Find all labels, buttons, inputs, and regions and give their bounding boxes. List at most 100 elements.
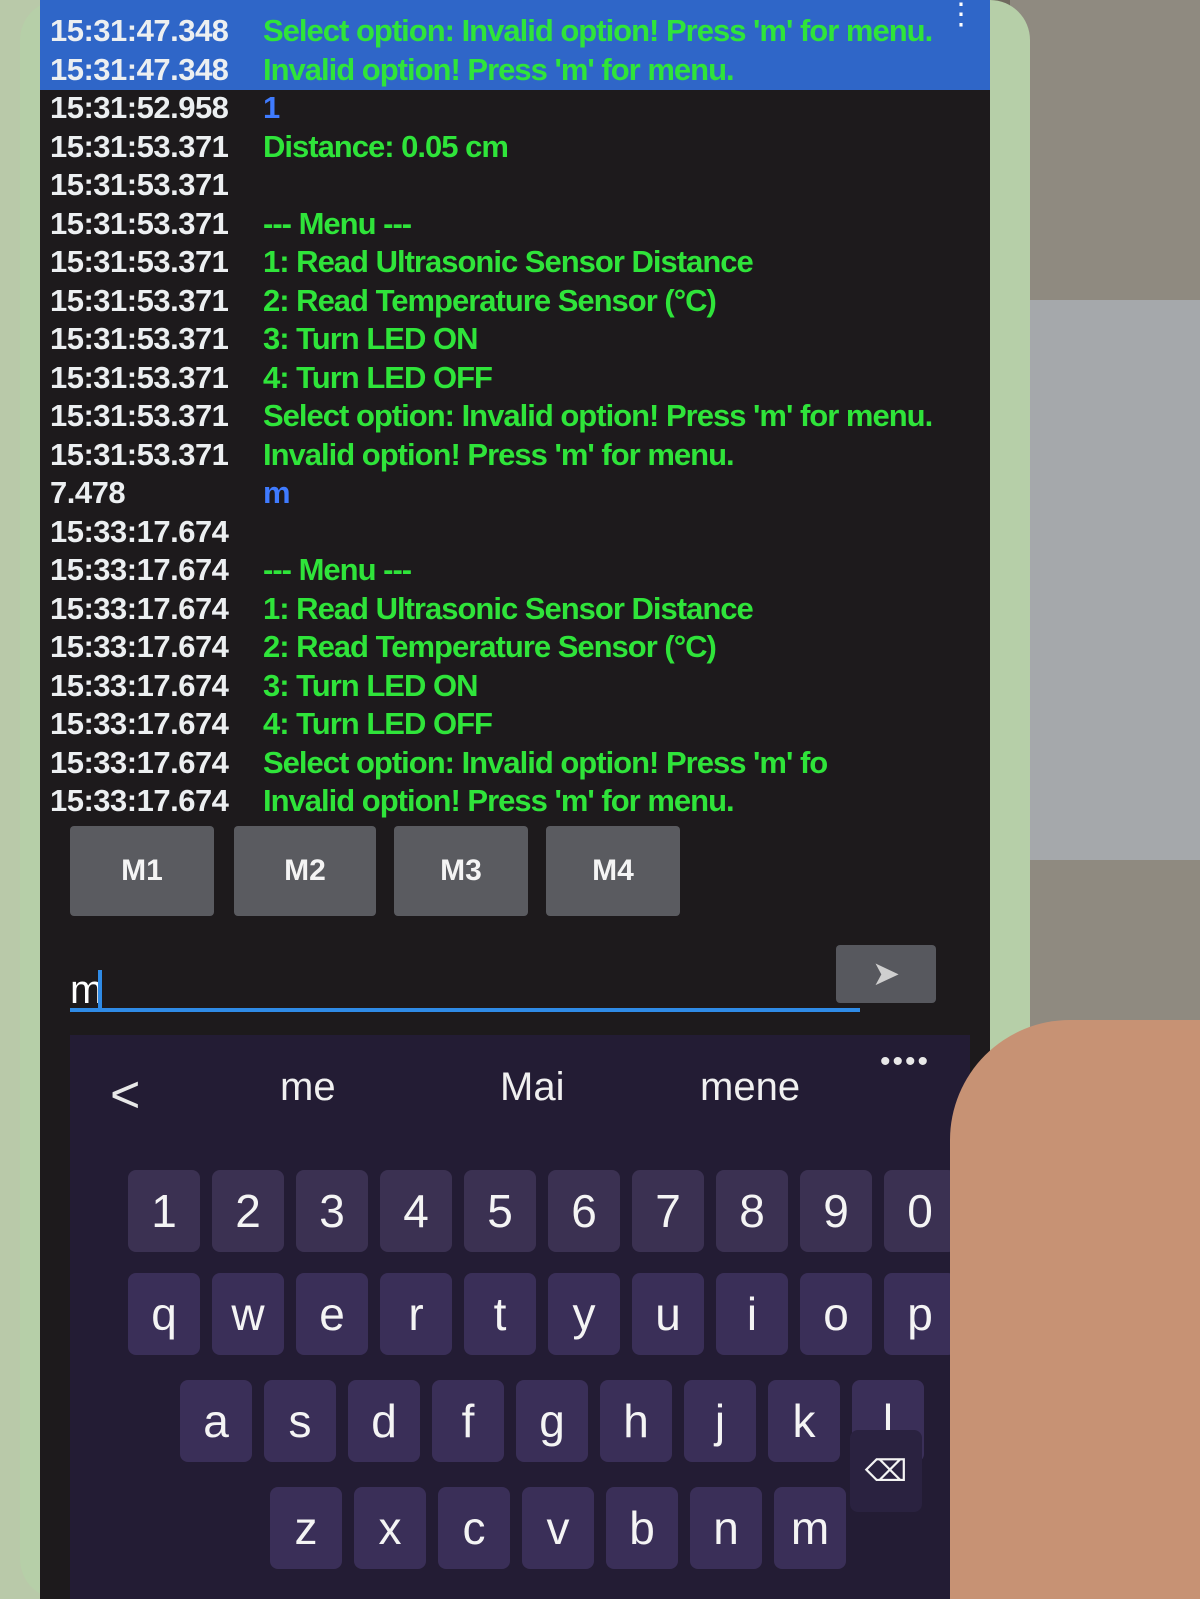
key-3[interactable]: 3	[296, 1170, 368, 1252]
log-timestamp: 15:31:53.371	[50, 244, 229, 279]
log-message: Select option: Invalid option! Press 'm'…	[263, 398, 933, 433]
log-line: 15:31:47.348 Invalid option! Press 'm' fo…	[50, 51, 980, 90]
key-c[interactable]: c	[438, 1487, 510, 1569]
log-line: 15:31:52.958 1	[50, 89, 980, 128]
key-e[interactable]: e	[296, 1273, 368, 1355]
log-message: 3: Turn LED ON	[263, 321, 478, 356]
log-timestamp: 15:33:17.674	[50, 552, 229, 587]
key-s[interactable]: s	[264, 1380, 336, 1462]
key-z[interactable]: z	[270, 1487, 342, 1569]
key-v[interactable]: v	[522, 1487, 594, 1569]
send-button[interactable]: ➤	[836, 945, 936, 1003]
key-4[interactable]: 4	[380, 1170, 452, 1252]
key-f[interactable]: f	[432, 1380, 504, 1462]
log-timestamp: 15:33:17.674	[50, 513, 229, 549]
key-w[interactable]: w	[212, 1273, 284, 1355]
log-timestamp: 15:31:53.371	[50, 359, 229, 395]
key-o[interactable]: o	[800, 1273, 872, 1355]
log-timestamp: 15:31:53.371	[50, 282, 229, 318]
log-message: --- Menu ---	[263, 552, 412, 587]
log-line: 15:31:53.371 --- Menu ---	[50, 205, 980, 244]
phone-screen: ⋮ 15:31:47.348 Select option: Invalid opt…	[40, 0, 990, 1599]
log-line: 15:31:53.371 Distance: 0.05 cm	[50, 128, 980, 167]
suggestion-row: < me Mai mene ••••	[70, 1035, 970, 1145]
key-6[interactable]: 6	[548, 1170, 620, 1252]
key-b[interactable]: b	[606, 1487, 678, 1569]
key-h[interactable]: h	[600, 1380, 672, 1462]
key-7[interactable]: 7	[632, 1170, 704, 1252]
log-message: Invalid option! Press 'm' for menu.	[263, 51, 735, 87]
log-line: 15:33:17.674 3: Turn LED ON	[50, 667, 980, 706]
key-2[interactable]: 2	[212, 1170, 284, 1252]
key-0[interactable]: 0	[884, 1170, 956, 1252]
key-k[interactable]: k	[768, 1380, 840, 1462]
key-x[interactable]: x	[354, 1487, 426, 1569]
macro-button-m4[interactable]: M4	[546, 826, 680, 916]
log-message: 3: Turn LED ON	[263, 667, 478, 703]
key-a[interactable]: a	[180, 1380, 252, 1462]
key-u[interactable]: u	[632, 1273, 704, 1355]
log-timestamp: 15:31:47.348	[50, 51, 229, 87]
log-line: 15:31:53.371 2: Read Temperature Sensor (…	[50, 282, 980, 321]
log-message: 2: Read Temperature Sensor (°C)	[263, 629, 717, 664]
key-y[interactable]: y	[548, 1273, 620, 1355]
suggestion-item[interactable]: me	[280, 1065, 336, 1110]
log-line: 15:33:17.674 --- Menu ---	[50, 551, 980, 590]
log-timestamp: 15:33:17.674	[50, 667, 229, 703]
macro-button-m1[interactable]: M1	[70, 826, 214, 916]
log-timestamp: 15:33:17.674	[50, 629, 229, 664]
log-line: 15:33:17.674 4: Turn LED OFF	[50, 705, 980, 744]
log-timestamp: 15:31:53.371	[50, 205, 229, 241]
log-message: Invalid option! Press 'm' for menu.	[263, 436, 735, 472]
input-area: m	[70, 950, 870, 1020]
log-line: 15:33:17.674 Invalid option! Press 'm' fo…	[50, 782, 980, 821]
log-line: 15:33:17.674 Select option: Invalid optio…	[50, 744, 980, 783]
key-i[interactable]: i	[716, 1273, 788, 1355]
log-timestamp: 15:33:17.674	[50, 706, 229, 741]
macro-button-m2[interactable]: M2	[234, 826, 376, 916]
key-g[interactable]: g	[516, 1380, 588, 1462]
suggestion-item[interactable]: Mai	[500, 1065, 564, 1110]
on-screen-keyboard: < me Mai mene •••• 1234567890 qwertyuiop a…	[70, 1035, 970, 1599]
log-message: 1: Read Ultrasonic Sensor Distance	[263, 590, 754, 626]
key-p[interactable]: p	[884, 1273, 956, 1355]
laptop-keyboard-background	[1030, 300, 1200, 860]
log-timestamp: 15:31:53.371	[50, 128, 229, 164]
log-timestamp: 15:31:52.958	[50, 90, 229, 125]
key-n[interactable]: n	[690, 1487, 762, 1569]
key-9[interactable]: 9	[800, 1170, 872, 1252]
log-line: 15:33:17.674 2: Read Temperature Sensor (…	[50, 628, 980, 667]
log-line: 15:33:17.674 1: Read Ultrasonic Sensor Di…	[50, 590, 980, 629]
more-suggestions-icon[interactable]: ••••	[880, 1045, 930, 1079]
key-1[interactable]: 1	[128, 1170, 200, 1252]
log-line: 15:31:53.371	[50, 166, 980, 205]
log-message: --- Menu ---	[263, 205, 412, 241]
key-t[interactable]: t	[464, 1273, 536, 1355]
log-timestamp: 15:31:53.371	[50, 398, 229, 433]
log-timestamp: 15:33:17.674	[50, 590, 229, 626]
log-message: 1	[263, 90, 280, 125]
log-line: 15:31:53.371 Invalid option! Press 'm' fo…	[50, 436, 980, 475]
key-5[interactable]: 5	[464, 1170, 536, 1252]
key-d[interactable]: d	[348, 1380, 420, 1462]
log-message: Select option: Invalid option! Press 'm'…	[263, 13, 933, 48]
log-line: 15:31:53.371 3: Turn LED ON	[50, 320, 980, 359]
key-8[interactable]: 8	[716, 1170, 788, 1252]
log-line: 15:33:17.674	[50, 513, 980, 552]
text-caret	[98, 970, 102, 1012]
key-r[interactable]: r	[380, 1273, 452, 1355]
log-message: 2: Read Temperature Sensor (°C)	[263, 282, 717, 318]
send-icon: ➤	[871, 955, 901, 993]
log-timestamp: 15:31:47.348	[50, 13, 229, 48]
terminal-log: 15:31:47.348 Select option: Invalid optio…	[50, 12, 980, 821]
macro-button-m3[interactable]: M3	[394, 826, 528, 916]
log-timestamp: 7.478	[50, 475, 126, 510]
log-message: 1: Read Ultrasonic Sensor Distance	[263, 244, 754, 279]
suggestion-item[interactable]: mene	[700, 1065, 800, 1110]
suggestion-back-icon[interactable]: <	[110, 1065, 140, 1125]
log-line: 15:31:47.348 Select option: Invalid optio…	[50, 12, 980, 51]
key-q[interactable]: q	[128, 1273, 200, 1355]
key-j[interactable]: j	[684, 1380, 756, 1462]
backspace-icon[interactable]: ⌫	[850, 1430, 922, 1512]
key-m[interactable]: m	[774, 1487, 846, 1569]
